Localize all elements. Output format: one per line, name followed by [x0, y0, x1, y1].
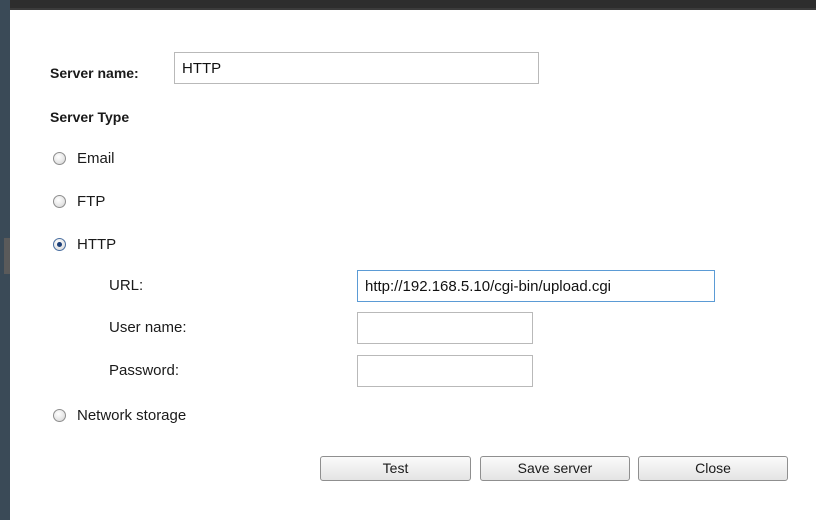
server-name-input[interactable]	[174, 52, 539, 84]
server-type-heading: Server Type	[50, 109, 130, 125]
radio-network-storage[interactable]	[53, 408, 66, 422]
server-name-label: Server name:	[50, 65, 139, 81]
radio-option-email[interactable]: Email	[53, 148, 115, 168]
password-input[interactable]	[357, 355, 533, 387]
url-input[interactable]	[357, 270, 715, 302]
radio-option-network-storage[interactable]: Network storage	[53, 405, 186, 425]
radio-email-label: Email	[77, 149, 115, 167]
radio-network-storage-label: Network storage	[77, 406, 187, 424]
radio-email[interactable]	[53, 151, 66, 165]
username-label: User name:	[109, 319, 187, 336]
radio-http[interactable]	[53, 237, 66, 251]
server-settings-dialog: Server name: Server Type Email FTP HTTP …	[10, 8, 816, 520]
save-server-button[interactable]: Save server	[480, 456, 630, 481]
close-button[interactable]: Close	[638, 456, 788, 481]
radio-ftp-label: FTP	[77, 192, 106, 210]
radio-option-ftp[interactable]: FTP	[53, 191, 105, 211]
password-label: Password:	[109, 362, 180, 379]
url-label: URL:	[109, 277, 144, 294]
radio-http-label: HTTP	[77, 235, 117, 253]
username-input[interactable]	[357, 312, 533, 344]
radio-ftp[interactable]	[53, 194, 66, 208]
dialog-top-border	[10, 8, 816, 10]
test-button[interactable]: Test	[320, 456, 471, 481]
radio-option-http[interactable]: HTTP	[53, 234, 116, 254]
